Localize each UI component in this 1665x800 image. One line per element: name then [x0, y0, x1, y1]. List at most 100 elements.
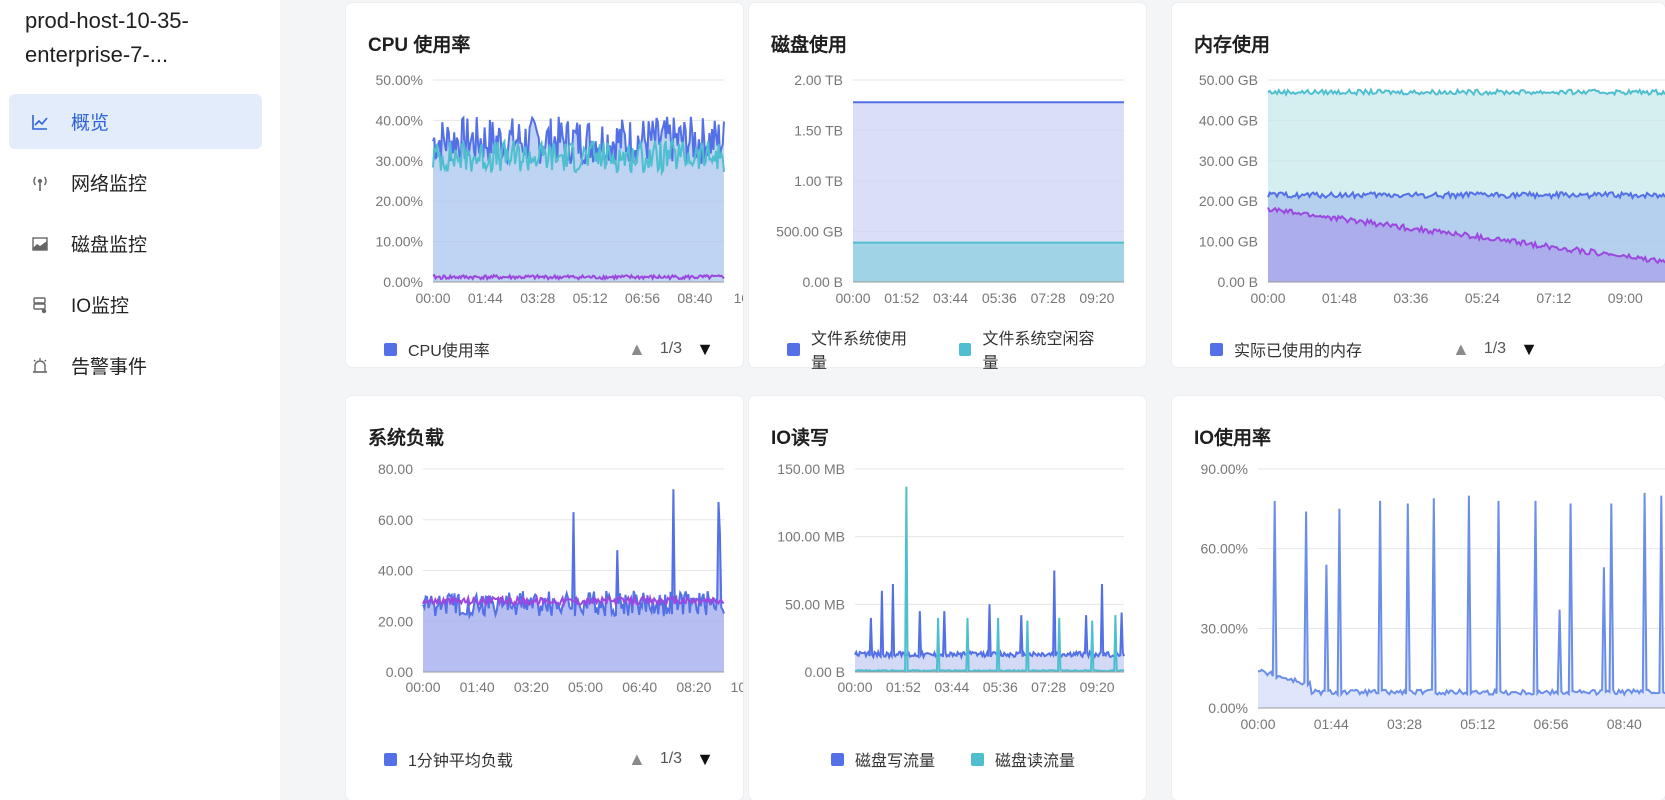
series-area	[853, 242, 1124, 282]
chart-card-cpu: CPU 使用率 50.00% 40.00% 30.00% 20.00% 10.00% 0.…	[346, 3, 743, 367]
io-usage-chart: 90.00% 60.00% 30.00% 0.00%00:00 01:44 03:28 05…	[1201, 461, 1665, 732]
y-tick-label: 40.00%	[376, 112, 423, 128]
chart-card-system-load: 系统负载 80.00 60.00 40.00 20.00 0.00 00:00 01:40 0…	[346, 396, 743, 800]
legend-pager: ▲ 1/3 ▼	[628, 337, 714, 361]
y-tick-label: 60.00%	[1201, 541, 1248, 557]
x-tick-label: 01:40	[460, 679, 495, 695]
pager-down-icon[interactable]: ▼	[696, 749, 714, 770]
legend-label: 文件系统使用量	[810, 331, 907, 372]
server-icon	[31, 296, 49, 314]
sidebar-item-label: 磁盘监控	[71, 235, 148, 256]
sidebar-item-io[interactable]: IO监控	[9, 277, 262, 332]
pager-down-icon[interactable]: ▼	[696, 339, 714, 360]
alarm-icon	[31, 357, 49, 375]
x-tick-label: 08:40	[677, 290, 712, 306]
chart-card-io-rw: IO读写 150.00 MB 100.00 MB 50.00 MB 0.00 B 00:…	[749, 396, 1146, 800]
x-tick-label: 05:12	[1460, 716, 1495, 732]
pager-count: 1/3	[1483, 340, 1507, 357]
sidebar-item-disk[interactable]: 磁盘监控	[9, 216, 262, 271]
x-tick-label: 09:00	[1608, 290, 1643, 306]
x-tick-label: 09:20	[1079, 290, 1114, 306]
sidebar-item-label: 概览	[71, 113, 110, 134]
chart-legend: 1分钟平均负载	[384, 747, 549, 771]
x-tick-label: 09:20	[1080, 679, 1115, 695]
x-tick-label: 07:28	[1031, 290, 1066, 306]
chart-legend: 实际已使用的内存	[1210, 337, 1398, 361]
x-tick-label: 03:44	[934, 679, 969, 695]
y-tick-label: 50.00%	[376, 72, 423, 88]
pager-up-icon[interactable]: ▲	[628, 749, 646, 770]
x-tick-label: 03:28	[520, 290, 555, 306]
cpu-usage-chart: 50.00% 40.00% 30.00% 20.00% 10.00% 0.00%00:00…	[376, 72, 743, 306]
chart-card-memory: 内存使用 50.00 GB 40.00 GB 30.00 GB 20.00 GB 10.…	[1172, 3, 1665, 367]
chart-legend: 磁盘写流量 磁盘读流量	[831, 747, 1111, 771]
io-read-write-chart: 150.00 MB 100.00 MB 50.00 MB 0.00 B00:00 01:…	[777, 461, 1125, 695]
chart-card-io-usage: IO使用率 90.00% 60.00% 30.00% 0.00% 00:00 01:44 0…	[1172, 396, 1665, 800]
x-tick-label: 10:2	[734, 290, 743, 306]
legend-label: 文件系统空闲容量	[982, 331, 1095, 372]
series-line	[854, 570, 1125, 661]
y-tick-label: 30.00 GB	[1199, 153, 1258, 169]
antenna-icon	[31, 174, 49, 192]
x-tick-label: 06:40	[622, 679, 657, 695]
x-tick-label: 05:36	[983, 679, 1018, 695]
x-tick-label: 08:20	[676, 679, 711, 695]
x-tick-label: 05:24	[1465, 290, 1500, 306]
x-tick-label: 00:00	[1250, 290, 1285, 306]
x-tick-label: 00:00	[415, 290, 450, 306]
y-tick-label: 0.00 B	[803, 274, 843, 290]
y-tick-label: 0.00 B	[805, 664, 845, 680]
legend-pager: ▲ 1/3 ▼	[1452, 337, 1538, 361]
x-tick-label: 06:56	[1534, 716, 1569, 732]
chart-card-disk-usage: 磁盘使用 2.00 TB 1.50 TB 1.00 TB 500.00 GB 0.00 …	[749, 3, 1146, 372]
y-tick-label: 150.00 MB	[777, 461, 845, 477]
line-chart-icon	[31, 113, 49, 131]
pager-up-icon[interactable]: ▲	[1452, 339, 1470, 360]
system-load-chart: 80.00 60.00 40.00 20.00 0.0000:00 01:40 03:20 0…	[378, 461, 743, 695]
x-tick-label: 01:44	[1314, 716, 1349, 732]
legend-item[interactable]: CPU使用率	[384, 337, 490, 361]
legend-item[interactable]: 实际已使用的内存	[1210, 337, 1362, 361]
chart-legend: 文件系统使用量 文件系统空闲容量	[787, 331, 1146, 372]
legend-swatch	[384, 752, 397, 766]
legend-item[interactable]: 磁盘写流量	[831, 747, 935, 771]
host-name: prod-host-10-35-enterprise-7-...	[25, 8, 189, 67]
y-tick-label: 20.00	[378, 613, 413, 629]
x-tick-label: 08:40	[1607, 716, 1642, 732]
x-tick-label: 06:56	[625, 290, 660, 306]
x-tick-label: 01:52	[886, 679, 921, 695]
y-tick-label: 80.00	[378, 461, 413, 477]
area-chart-icon	[31, 235, 49, 253]
pager-count: 1/3	[659, 340, 683, 357]
legend-item[interactable]: 1分钟平均负载	[384, 747, 513, 771]
series-line	[1267, 87, 1665, 97]
legend-label: 磁盘写流量	[855, 753, 936, 770]
legend-swatch	[831, 752, 844, 766]
y-tick-label: 50.00 MB	[785, 596, 845, 612]
sidebar-item-overview[interactable]: 概览	[9, 94, 262, 149]
legend-label: 磁盘读流量	[995, 753, 1076, 770]
pager-down-icon[interactable]: ▼	[1520, 339, 1538, 360]
memory-usage-chart: 50.00 GB 40.00 GB 30.00 GB 20.00 GB 10.00 GB…	[1199, 72, 1665, 306]
legend-item[interactable]: 磁盘读流量	[971, 747, 1075, 771]
y-tick-label: 10.00 GB	[1199, 234, 1258, 250]
y-tick-label: 0.00%	[383, 274, 423, 290]
sidebar-item-alerts[interactable]: 告警事件	[9, 338, 262, 393]
x-tick-label: 01:52	[884, 290, 919, 306]
sidebar-item-network[interactable]: 网络监控	[9, 155, 262, 210]
x-tick-label: 05:36	[982, 290, 1017, 306]
y-tick-label: 100.00 MB	[777, 529, 845, 545]
x-tick-label: 01:44	[468, 290, 503, 306]
x-tick-label: 10:00	[731, 679, 743, 695]
y-tick-label: 10.00%	[376, 234, 423, 250]
legend-label: CPU使用率	[408, 343, 490, 360]
legend-swatch	[971, 752, 985, 766]
legend-swatch	[384, 342, 397, 356]
y-tick-label: 40.00	[378, 563, 413, 579]
legend-item[interactable]: 文件系统使用量	[787, 325, 923, 373]
y-tick-label: 20.00 GB	[1199, 193, 1258, 209]
disk-usage-chart: 2.00 TB 1.50 TB 1.00 TB 500.00 GB 0.00 B00:0…	[776, 72, 1124, 306]
pager-up-icon[interactable]: ▲	[628, 339, 646, 360]
dashboard-grid: CPU 使用率 50.00% 40.00% 30.00% 20.00% 10.00% 0.…	[323, 0, 1665, 800]
legend-item[interactable]: 文件系统空闲容量	[958, 325, 1110, 373]
